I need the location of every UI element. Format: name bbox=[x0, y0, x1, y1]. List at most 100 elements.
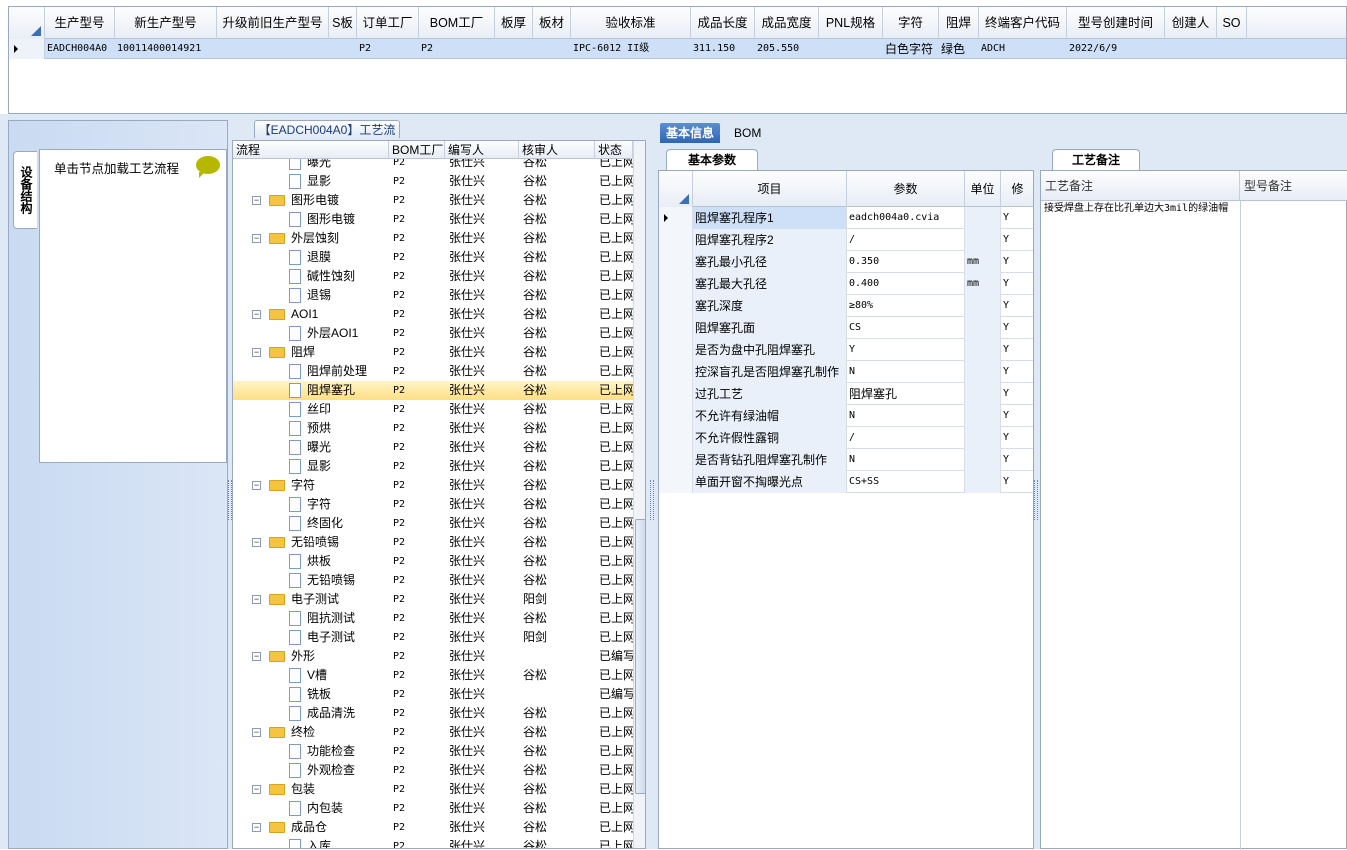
param-col-value[interactable]: 参数 bbox=[847, 171, 965, 207]
cell-char[interactable]: 白色字符 bbox=[883, 39, 939, 59]
tab-process-notes[interactable]: 工艺备注 bbox=[1052, 149, 1140, 170]
param-cell-item[interactable]: 阻焊塞孔程序1 bbox=[693, 207, 847, 229]
col-header-thickness[interactable]: 板厚 bbox=[495, 7, 533, 39]
tree-step-row[interactable]: 外观检查 P2 张仕兴 谷松 已上网 bbox=[233, 761, 633, 780]
param-cell-value[interactable]: N bbox=[847, 449, 965, 471]
row-header[interactable] bbox=[659, 361, 693, 383]
grid-corner[interactable] bbox=[9, 7, 45, 39]
param-cell-flag[interactable]: Y bbox=[1001, 229, 1033, 251]
tree-col-reviewer[interactable]: 核审人 bbox=[519, 141, 595, 159]
col-header-bom-factory[interactable]: BOM工厂 bbox=[419, 7, 495, 39]
collapse-toggle-icon[interactable]: − bbox=[252, 310, 261, 319]
tree-step-row[interactable]: 丝印 P2 张仕兴 谷松 已上网 bbox=[233, 400, 633, 419]
param-cell-unit[interactable]: mm bbox=[965, 251, 1001, 273]
model-row[interactable]: EADCH004A0 10011400014921 P2 P2 IPC-6012… bbox=[9, 39, 1346, 59]
tree-col-flow[interactable]: 流程 bbox=[233, 141, 389, 159]
tree-step-row[interactable]: 字符 P2 张仕兴 谷松 已上网 bbox=[233, 495, 633, 514]
tree-scrollbar[interactable] bbox=[633, 141, 645, 848]
param-cell-item[interactable]: 不允许有绿油帽 bbox=[693, 405, 847, 427]
param-cell-value[interactable]: CS+SS bbox=[847, 471, 965, 493]
row-header[interactable] bbox=[659, 383, 693, 405]
cell-mask[interactable]: 绿色 bbox=[939, 39, 979, 59]
row-header[interactable] bbox=[659, 405, 693, 427]
param-cell-flag[interactable]: Y bbox=[1001, 361, 1033, 383]
tree-step-row[interactable]: 成品清洗 P2 张仕兴 谷松 已上网 bbox=[233, 704, 633, 723]
param-cell-value[interactable]: N bbox=[847, 405, 965, 427]
tree-folder-row[interactable]: − 外形 P2 张仕兴 已编写 bbox=[233, 647, 633, 666]
param-cell-flag[interactable]: Y bbox=[1001, 405, 1033, 427]
row-header[interactable] bbox=[659, 339, 693, 361]
tree-folder-row[interactable]: − 图形电镀 P2 张仕兴 谷松 已上网 bbox=[233, 191, 633, 210]
param-cell-flag[interactable]: Y bbox=[1001, 383, 1033, 405]
tree-step-row[interactable]: 阻抗测试 P2 张仕兴 谷松 已上网 bbox=[233, 609, 633, 628]
row-header[interactable] bbox=[659, 229, 693, 251]
tree-col-bom[interactable]: BOM工厂 bbox=[389, 141, 445, 159]
param-cell-flag[interactable]: Y bbox=[1001, 317, 1033, 339]
row-header[interactable] bbox=[659, 295, 693, 317]
param-row[interactable]: 不允许假性露铜 / Y bbox=[659, 427, 1033, 449]
tree-step-row[interactable]: 阻焊塞孔 P2 张仕兴 谷松 已上网 bbox=[233, 381, 633, 400]
tree-folder-row[interactable]: − AOI1 P2 张仕兴 谷松 已上网 bbox=[233, 305, 633, 324]
col-header-pnl[interactable]: PNL规格 bbox=[819, 7, 883, 39]
param-cell-flag[interactable]: Y bbox=[1001, 471, 1033, 493]
param-cell-flag[interactable]: Y bbox=[1001, 273, 1033, 295]
collapse-toggle-icon[interactable]: − bbox=[252, 234, 261, 243]
param-cell-flag[interactable]: Y bbox=[1001, 295, 1033, 317]
param-cell-item[interactable]: 阻焊塞孔面 bbox=[693, 317, 847, 339]
tree-step-row[interactable]: 退膜 P2 张仕兴 谷松 已上网 bbox=[233, 248, 633, 267]
col-header-customer[interactable]: 终端客户代码 bbox=[979, 7, 1067, 39]
row-header[interactable] bbox=[659, 273, 693, 295]
tree-step-row[interactable]: 入库 P2 张仕兴 谷松 已上网 bbox=[233, 837, 633, 848]
collapse-toggle-icon[interactable]: − bbox=[252, 728, 261, 737]
col-header-so[interactable]: SO bbox=[1217, 7, 1247, 39]
param-cell-unit[interactable] bbox=[965, 339, 1001, 361]
col-header-standard[interactable]: 验收标准 bbox=[571, 7, 691, 39]
cell-model[interactable]: EADCH004A0 bbox=[45, 39, 115, 59]
tree-step-row[interactable]: 碱性蚀刻 P2 张仕兴 谷松 已上网 bbox=[233, 267, 633, 286]
param-row[interactable]: 阻焊塞孔程序2/ Y bbox=[659, 229, 1033, 251]
tree-scroll-thumb[interactable] bbox=[635, 519, 645, 794]
tree-step-row[interactable]: 退锡 P2 张仕兴 谷松 已上网 bbox=[233, 286, 633, 305]
tree-step-row[interactable]: 功能检查 P2 张仕兴 谷松 已上网 bbox=[233, 742, 633, 761]
param-cell-item[interactable]: 塞孔最大孔径 bbox=[693, 273, 847, 295]
param-row[interactable]: 不允许有绿油帽 N Y bbox=[659, 405, 1033, 427]
tree-step-row[interactable]: 显影 P2 张仕兴 谷松 已上网 bbox=[233, 457, 633, 476]
collapse-toggle-icon[interactable]: − bbox=[252, 595, 261, 604]
cell-customer[interactable]: ADCH bbox=[979, 39, 1067, 59]
cell-bom-factory[interactable]: P2 bbox=[419, 39, 495, 59]
param-cell-value[interactable]: / bbox=[847, 229, 965, 251]
tree-folder-row[interactable]: − 电子测试 P2 张仕兴 阳剑 已上网 bbox=[233, 590, 633, 609]
row-header[interactable] bbox=[659, 471, 693, 493]
collapse-toggle-icon[interactable]: − bbox=[252, 785, 261, 794]
param-cell-value[interactable]: eadch004a0.cvia bbox=[847, 207, 965, 229]
param-col-flag[interactable]: 修 bbox=[1001, 171, 1033, 207]
row-selector-icon[interactable] bbox=[659, 207, 693, 229]
param-row[interactable]: 阻焊塞孔面 CS Y bbox=[659, 317, 1033, 339]
tab-equipment-structure[interactable]: 设备结构 bbox=[13, 151, 37, 229]
param-cell-unit[interactable] bbox=[965, 383, 1001, 405]
param-cell-item[interactable]: 阻焊塞孔程序2 bbox=[693, 229, 847, 251]
param-row[interactable]: 塞孔最大孔径 0.400 mm Y bbox=[659, 273, 1033, 295]
row-header[interactable] bbox=[659, 317, 693, 339]
collapse-toggle-icon[interactable]: − bbox=[252, 196, 261, 205]
notes-col-model[interactable]: 型号备注 bbox=[1240, 171, 1347, 201]
col-header-char[interactable]: 字符 bbox=[883, 7, 939, 39]
tree-folder-row[interactable]: − 外层蚀刻 P2 张仕兴 谷松 已上网 bbox=[233, 229, 633, 248]
param-cell-flag[interactable]: Y bbox=[1001, 251, 1033, 273]
cell-width[interactable]: 205.550 bbox=[755, 39, 819, 59]
param-cell-unit[interactable] bbox=[965, 427, 1001, 449]
row-selector-icon[interactable] bbox=[9, 39, 45, 59]
param-cell-value[interactable]: N bbox=[847, 361, 965, 383]
param-cell-item[interactable]: 单面开窗不掏曝光点 bbox=[693, 471, 847, 493]
param-cell-item[interactable]: 不允许假性露铜 bbox=[693, 427, 847, 449]
params-corner[interactable] bbox=[659, 171, 693, 207]
cell-order-factory[interactable]: P2 bbox=[357, 39, 419, 59]
param-cell-unit[interactable] bbox=[965, 471, 1001, 493]
param-col-item[interactable]: 项目 bbox=[693, 171, 847, 207]
cell-length[interactable]: 311.150 bbox=[691, 39, 755, 59]
tree-step-row[interactable]: 显影 P2 张仕兴 谷松 已上网 bbox=[233, 172, 633, 191]
param-col-unit[interactable]: 单位 bbox=[965, 171, 1001, 207]
tree-step-row[interactable]: 图形电镀 P2 张仕兴 谷松 已上网 bbox=[233, 210, 633, 229]
col-header-material[interactable]: 板材 bbox=[533, 7, 571, 39]
col-header-s-board[interactable]: S板 bbox=[329, 7, 357, 39]
